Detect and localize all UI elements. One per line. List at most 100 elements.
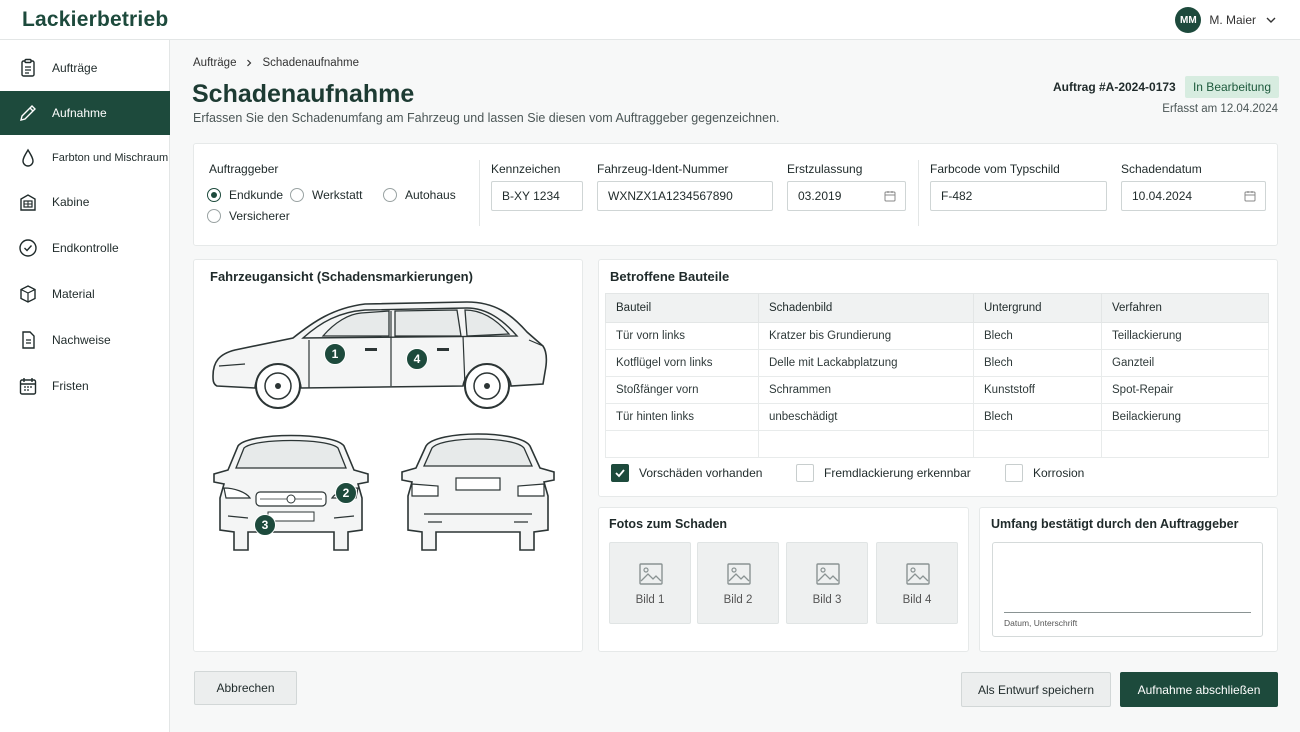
calendar-icon[interactable] xyxy=(1244,190,1256,202)
building-icon xyxy=(20,194,36,211)
table-cell: Kratzer bis Grundierung xyxy=(758,322,974,350)
breadcrumb: Aufträge Schadenaufnahme xyxy=(193,57,359,69)
vehicle-view-title: Fahrzeugansicht (Schadensmarkierungen) xyxy=(210,269,473,284)
table-cell: Blech xyxy=(973,349,1102,377)
first-registration-input[interactable]: 03.2019 xyxy=(787,181,906,211)
photo-label: Bild 4 xyxy=(902,594,932,606)
damage-marker[interactable]: 2 xyxy=(335,482,357,504)
check-circle-icon xyxy=(19,239,37,257)
table-cell: Blech xyxy=(973,403,1102,431)
box-icon xyxy=(20,285,36,303)
plate-input[interactable]: B-XY 1234 xyxy=(491,181,583,211)
column-header[interactable]: Schadenbild xyxy=(758,293,974,323)
sidebar-item-label: Endkontrolle xyxy=(52,241,119,255)
table-cell: Schrammen xyxy=(758,376,974,404)
signature-pad[interactable]: Datum, Unterschrift xyxy=(992,542,1263,637)
signature-line-label: Datum, Unterschrift xyxy=(1004,618,1078,628)
table-row[interactable]: Tür hinten links unbeschädigt Blech Beil… xyxy=(605,403,1269,431)
pencil-icon xyxy=(20,105,36,121)
sidebar-item-auftraege[interactable]: Aufträge xyxy=(0,46,170,90)
sidebar-item-aufnahme[interactable]: Aufnahme xyxy=(0,91,170,135)
damage-date-input[interactable]: 10.04.2024 xyxy=(1121,181,1266,211)
user-name[interactable]: M. Maier xyxy=(1209,13,1256,27)
radio-dot[interactable] xyxy=(207,209,221,223)
color-code-label: Farbcode vom Typschild xyxy=(930,162,1060,176)
table-cell: Kotflügel vorn links xyxy=(605,349,759,377)
column-header[interactable]: Verfahren xyxy=(1101,293,1269,323)
sidebar-item-label: Material xyxy=(52,287,95,301)
table-row[interactable]: Kotflügel vorn links Delle mit Lackabpla… xyxy=(605,349,1269,377)
app-brand[interactable]: Lackierbetrieb xyxy=(22,8,168,32)
radio-versicherer[interactable]: Versicherer xyxy=(207,209,290,223)
photo-label: Bild 3 xyxy=(812,594,842,606)
vin-input[interactable]: WXNZX1A1234567890 xyxy=(597,181,773,211)
checkbox-korrosion[interactable]: Korrosion xyxy=(1005,464,1084,482)
sidebar-item-label: Aufnahme xyxy=(52,106,107,120)
finish-button[interactable]: Aufnahme abschließen xyxy=(1120,672,1278,707)
table-cell: Kunststoff xyxy=(973,376,1102,404)
signature-title: Umfang bestätigt durch den Auftraggeber xyxy=(991,517,1239,531)
column-header[interactable]: Bauteil xyxy=(605,293,759,323)
breadcrumb-parent[interactable]: Aufträge xyxy=(193,57,236,69)
image-icon xyxy=(639,563,663,585)
table-row-empty[interactable] xyxy=(605,430,1269,458)
photo-label: Bild 2 xyxy=(723,594,753,606)
radio-label: Versicherer xyxy=(229,209,290,223)
radio-dot[interactable] xyxy=(290,188,304,202)
checkbox-box[interactable] xyxy=(796,464,814,482)
radio-werkstatt[interactable]: Werkstatt xyxy=(290,188,362,202)
sidebar-item-endkontrolle[interactable]: Endkontrolle xyxy=(0,226,170,270)
cancel-button[interactable]: Abbrechen xyxy=(194,671,297,705)
table-cell: Delle mit Lackabplatzung xyxy=(758,349,974,377)
radio-label: Werkstatt xyxy=(312,188,363,202)
image-icon xyxy=(906,563,930,585)
checkbox-fremdlackierung[interactable]: Fremdlackierung erkennbar xyxy=(796,464,971,482)
table-row[interactable]: Stoßfänger vorn Schrammen Kunststoff Spo… xyxy=(605,376,1269,404)
first-registration-value: 03.2019 xyxy=(798,189,842,203)
color-code-input[interactable]: F-482 xyxy=(930,181,1107,211)
chevron-right-icon xyxy=(247,59,252,67)
checkbox-vorschaeden[interactable]: Vorschäden vorhanden xyxy=(611,464,762,482)
calendar-icon[interactable] xyxy=(884,190,896,202)
sidebar-item-nachweise[interactable]: Nachweise xyxy=(0,318,170,362)
car-side-view-image[interactable] xyxy=(205,296,550,416)
table-cell: Beilackierung xyxy=(1101,403,1269,431)
column-header[interactable]: Untergrund xyxy=(973,293,1102,323)
user-menu[interactable]: MM M. Maier xyxy=(1175,7,1278,33)
table-row[interactable]: Tür vorn links Kratzer bis Grundierung B… xyxy=(605,322,1269,350)
sidebar-item-material[interactable]: Material xyxy=(0,272,170,316)
radio-label: Endkunde xyxy=(229,188,284,202)
damage-date-label: Schadendatum xyxy=(1121,162,1202,176)
damage-marker[interactable]: 1 xyxy=(324,343,346,365)
chevron-down-icon[interactable] xyxy=(1264,13,1278,27)
document-icon xyxy=(22,331,35,349)
car-rear-view-image[interactable] xyxy=(398,426,558,554)
status-badge: In Bearbeitung xyxy=(1185,76,1279,98)
sidebar-item-label: Aufträge xyxy=(52,61,98,75)
order-number: Auftrag #A-2024-0173 xyxy=(1053,80,1176,94)
damage-marker[interactable]: 3 xyxy=(254,514,276,536)
vin-label: Fahrzeug-Ident-Nummer xyxy=(597,162,729,176)
sidebar-item-farbton[interactable]: Farbton und Mischraum xyxy=(0,136,170,180)
damage-marker[interactable]: 4 xyxy=(406,348,428,370)
photo-slot[interactable]: Bild 3 xyxy=(786,542,868,624)
photo-slot[interactable]: Bild 1 xyxy=(609,542,691,624)
save-draft-button[interactable]: Als Entwurf speichern xyxy=(961,672,1111,707)
breadcrumb-current: Schadenaufnahme xyxy=(262,57,360,69)
radio-autohaus[interactable]: Autohaus xyxy=(383,188,456,202)
table-cell: Tür vorn links xyxy=(605,322,759,350)
photo-slot[interactable]: Bild 4 xyxy=(876,542,958,624)
checkbox-box[interactable] xyxy=(611,464,629,482)
table-cell: Tür hinten links xyxy=(605,403,759,431)
table-cell: Blech xyxy=(973,322,1102,350)
client-label: Auftraggeber xyxy=(209,162,279,176)
avatar[interactable]: MM xyxy=(1175,7,1202,33)
radio-dot[interactable] xyxy=(383,188,397,202)
radio-dot[interactable] xyxy=(207,188,221,202)
radio-endkunde[interactable]: Endkunde xyxy=(207,188,283,202)
checkbox-box[interactable] xyxy=(1005,464,1023,482)
photo-slot[interactable]: Bild 2 xyxy=(697,542,779,624)
image-icon xyxy=(727,563,751,585)
sidebar-item-kabine[interactable]: Kabine xyxy=(0,180,170,224)
sidebar-item-fristen[interactable]: Fristen xyxy=(0,364,170,408)
